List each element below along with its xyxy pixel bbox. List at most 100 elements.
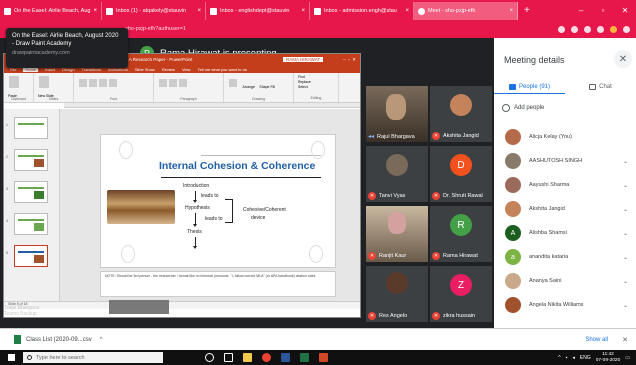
participant-tile[interactable]: ✕ Ranjit Kaur xyxy=(366,206,428,262)
ppt-tell-me[interactable]: Tell me what you want to do xyxy=(198,67,247,72)
browser-tab[interactable]: On the Easel: Airlie Beach, Aug × xyxy=(0,2,102,20)
list-item[interactable]: AASHUTOSH SINGH ⌄ xyxy=(494,150,636,172)
new-slide-icon[interactable] xyxy=(39,76,49,88)
list-item[interactable]: Alicja Kelay (You) xyxy=(494,126,636,148)
tab-close-icon[interactable]: × xyxy=(506,8,513,14)
participant-tile[interactable]: ✕ Res Angelo xyxy=(366,266,428,322)
volume-icon[interactable]: ◂ xyxy=(572,355,575,361)
italic-icon[interactable] xyxy=(89,79,97,87)
paste-icon[interactable] xyxy=(9,76,19,88)
tab-close-icon[interactable]: × xyxy=(90,8,97,14)
word-icon[interactable] xyxy=(281,353,290,362)
participant-tile[interactable]: ✕ Akshita Jangid xyxy=(430,86,492,142)
new-tab-button[interactable]: + xyxy=(518,5,536,16)
bold-icon[interactable] xyxy=(79,79,87,87)
browser-tab[interactable]: Inbox (1) - atqakely@stauvin × xyxy=(102,2,206,20)
profile-avatar[interactable] xyxy=(610,25,617,33)
participant-initial-avatar: R xyxy=(450,214,472,236)
participant-tile[interactable]: Z ✕ zikra hussain xyxy=(430,266,492,322)
participant-tile[interactable]: ◂◂ Rajul Bhargava xyxy=(366,86,428,142)
powerpoint-icon[interactable] xyxy=(319,353,328,362)
chevron-down-icon[interactable]: ⌄ xyxy=(623,206,628,213)
browser-tab[interactable]: Inbox - admission.engh@stau × xyxy=(310,2,414,20)
url-field[interactable]: sho-pxjp-efh?authuser=1 xyxy=(125,26,186,32)
slide-thumbnail[interactable] xyxy=(14,117,48,139)
chrome-icon[interactable] xyxy=(262,353,271,362)
bookmark-icon[interactable] xyxy=(558,25,565,33)
ppt-menu-review[interactable]: Review xyxy=(162,67,175,72)
tab-chat[interactable]: Chat xyxy=(565,80,636,94)
tab-people[interactable]: People (91) xyxy=(494,80,565,94)
tab-close-icon[interactable]: × xyxy=(298,8,305,14)
notifications-icon[interactable]: ▭ xyxy=(625,355,630,361)
minimize-icon[interactable]: – xyxy=(570,6,592,15)
shape-fill-label[interactable]: Shape Fill xyxy=(259,85,275,89)
ppt-menu-view[interactable]: View xyxy=(182,67,191,72)
close-downloads-icon[interactable]: ✕ xyxy=(622,336,628,344)
chevron-down-icon[interactable]: ⌄ xyxy=(623,302,628,309)
ppt-workspace: 1 2 3 4 5 Internal Cohesion & Coherence … xyxy=(4,109,360,309)
ppt-menu-slideshow[interactable]: Slide Show xyxy=(135,67,155,72)
browser-tab[interactable]: Inbox - englishdept@stauvin × xyxy=(206,2,310,20)
slide-thumbnail-selected[interactable] xyxy=(14,245,48,267)
list-item[interactable]: Akshita Jangid ⌄ xyxy=(494,198,636,220)
chevron-down-icon[interactable]: ⌄ xyxy=(623,182,628,189)
extension-icon[interactable] xyxy=(571,25,578,33)
speaker-notes[interactable]: NOTE: Should be 3rd person - the researc… xyxy=(100,271,336,297)
chevron-down-icon[interactable]: ⌄ xyxy=(623,230,628,237)
add-people-button[interactable]: Add people xyxy=(502,104,544,112)
shapes-icon[interactable] xyxy=(229,79,237,87)
network-icon[interactable]: ▪ xyxy=(566,355,568,361)
people-icon xyxy=(508,83,516,90)
chevron-down-icon[interactable]: ⌄ xyxy=(623,278,628,285)
tab-close-icon[interactable]: × xyxy=(402,8,409,14)
shared-screen-caption: Trajul Bhargava Teams Backup xyxy=(4,305,39,317)
list-item[interactable]: Aayushi Sharma ⌄ xyxy=(494,174,636,196)
chevron-down-icon[interactable]: ⌄ xyxy=(623,254,628,261)
align-left-icon[interactable] xyxy=(159,79,167,87)
file-explorer-icon[interactable] xyxy=(243,353,252,362)
close-panel-button[interactable]: ✕ xyxy=(614,50,632,68)
chevron-up-icon[interactable]: ^ xyxy=(100,337,103,343)
show-all-button[interactable]: Show all xyxy=(585,337,608,343)
slide-thumbnail[interactable] xyxy=(14,149,48,171)
cortana-icon[interactable] xyxy=(205,353,214,362)
slide-thumbnail[interactable] xyxy=(14,181,48,203)
arrange-label[interactable]: Arrange xyxy=(242,85,254,89)
slide-thumbnail[interactable] xyxy=(14,213,48,235)
list-item[interactable]: A Alishba Shamsi ⌄ xyxy=(494,222,636,244)
download-item[interactable]: Class List (2020-09...csv ^ xyxy=(14,335,103,344)
participant-tile[interactable]: D ✕ Dr. Shruti Rawal xyxy=(430,146,492,202)
windows-start-icon[interactable] xyxy=(8,354,15,361)
extension-icon[interactable] xyxy=(584,25,591,33)
chevron-up-icon[interactable]: ^ xyxy=(558,355,560,361)
participant-photo xyxy=(386,154,408,176)
close-window-icon[interactable]: ✕ xyxy=(614,6,636,15)
participant-tile[interactable]: ✕ Tanvi Vyas xyxy=(366,146,428,202)
slide-canvas[interactable]: Internal Cohesion & Coherence Introducti… xyxy=(100,134,336,268)
maximize-icon[interactable]: ▫ xyxy=(592,6,614,15)
group-label: Paragraph xyxy=(180,97,197,101)
bullets-icon[interactable] xyxy=(179,79,187,87)
flow-cohesive: Cohesive/Coherent xyxy=(243,207,286,213)
list-item[interactable]: Ananya Saini ⌄ xyxy=(494,270,636,292)
extension-icon[interactable] xyxy=(597,25,604,33)
list-item[interactable]: Angela Nikita Williams ⌄ xyxy=(494,294,636,316)
browser-tab-active[interactable]: Meet - sho-pxjp-efh × xyxy=(414,2,518,20)
task-view-icon[interactable] xyxy=(224,353,233,362)
chevron-down-icon[interactable]: ⌄ xyxy=(623,158,628,165)
list-item[interactable]: a anandita kataria ⌄ xyxy=(494,246,636,268)
align-center-icon[interactable] xyxy=(169,79,177,87)
select-button[interactable]: Select xyxy=(298,85,334,90)
font-color-icon[interactable] xyxy=(109,79,117,87)
books-image xyxy=(107,190,175,224)
participant-tile[interactable]: R ✕ Rama Hirawat xyxy=(430,206,492,262)
menu-icon[interactable] xyxy=(623,25,630,33)
underline-icon[interactable] xyxy=(99,79,107,87)
excel-icon[interactable] xyxy=(300,353,309,362)
lang-indicator[interactable]: ENG xyxy=(580,355,591,361)
tab-close-icon[interactable]: × xyxy=(194,8,201,14)
clock[interactable]: 11:42 07-09-2020 xyxy=(596,352,621,363)
taskbar-search[interactable]: Type here to search xyxy=(23,352,163,363)
group-label: Editing xyxy=(310,96,322,100)
